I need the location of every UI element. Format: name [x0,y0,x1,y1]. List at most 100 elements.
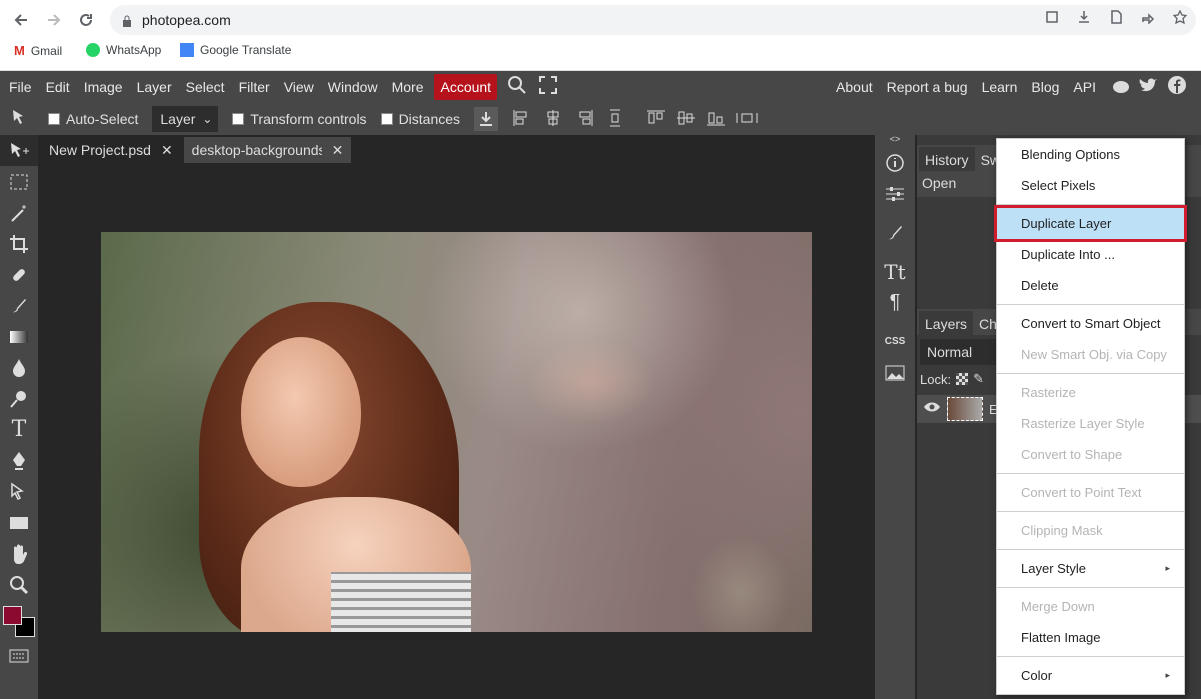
hand-tool[interactable] [0,538,38,569]
menu-edit[interactable]: Edit [39,74,77,100]
address-bar[interactable]: photopea.com [110,5,1196,35]
color-swatches[interactable] [0,600,38,640]
bookmark-google-translate[interactable]: Google Translate [180,43,291,57]
keyboard-icon[interactable] [0,640,38,671]
menu-about[interactable]: About [829,74,880,100]
distribute-v-icon[interactable] [736,109,758,130]
eye-icon[interactable] [923,400,941,418]
zoom-tool[interactable] [0,569,38,600]
gradient-tool[interactable] [0,321,38,352]
tab-history[interactable]: History [919,147,975,171]
context-item-blending-options[interactable]: Blending Options [997,139,1184,170]
path-select-tool[interactable] [0,476,38,507]
auto-select-checkbox[interactable]: Auto-Select [48,111,138,127]
menu-bar: File Edit Image Layer Select Filter View… [0,71,1201,103]
page-icon[interactable] [1107,8,1125,26]
canvas-image[interactable] [101,232,812,632]
transform-controls-checkbox[interactable]: Transform controls [232,111,367,127]
screenshot-icon[interactable] [1043,8,1061,26]
paragraph-icon[interactable]: ¶ [875,287,915,318]
marquee-tool[interactable] [0,166,38,197]
account-button[interactable]: Account [434,74,498,100]
pen-tool[interactable] [0,445,38,476]
menu-window[interactable]: Window [321,74,385,100]
css-icon[interactable]: CSS [875,326,915,357]
bookmark-gmail[interactable]: M Gmail [14,43,62,58]
distances-checkbox[interactable]: Distances [380,111,460,127]
context-item-delete[interactable]: Delete [997,270,1184,301]
menu-select[interactable]: Select [179,74,232,100]
menu-report-bug[interactable]: Report a bug [880,74,975,100]
context-item-duplicate-layer[interactable]: Duplicate Layer [994,205,1187,242]
healing-brush-tool[interactable] [0,259,38,290]
dodge-tool[interactable] [0,383,38,414]
collapse-icon[interactable]: <> [875,135,915,147]
brush-tool[interactable] [0,290,38,321]
move-tool[interactable] [0,135,38,166]
menu-api[interactable]: API [1066,74,1103,100]
align-left-icon[interactable] [512,109,530,130]
image-icon[interactable] [875,357,915,388]
menu-filter[interactable]: Filter [232,74,277,100]
context-item-layer-style[interactable]: Layer Style ▸ [997,553,1184,584]
menu-more[interactable]: More [385,74,431,100]
star-icon[interactable] [1171,8,1189,26]
install-icon[interactable] [1075,8,1093,26]
context-item-convert-to-smart-object[interactable]: Convert to Smart Object [997,308,1184,339]
reddit-icon[interactable] [1111,75,1131,100]
context-menu: Blending Options Select Pixels Duplicate L… [994,138,1187,695]
context-item-new-smart-obj-via-copy: New Smart Obj. via Copy [1021,347,1167,362]
align-center-h-icon[interactable] [544,109,562,130]
menu-layer[interactable]: Layer [130,74,179,100]
close-icon[interactable]: ✕ [161,137,173,163]
download-icon[interactable] [474,107,499,131]
menu-blog[interactable]: Blog [1024,74,1066,100]
facebook-icon[interactable] [1167,75,1187,100]
move-tool-icon[interactable] [10,108,32,131]
type-tool[interactable]: T [0,414,38,445]
forward-icon[interactable] [42,8,66,32]
close-icon[interactable]: ✕ [332,137,344,163]
tab-desktop-backgrounds[interactable]: desktop-backgrounds ✕ [183,137,352,163]
blur-tool[interactable] [0,352,38,383]
info-icon[interactable] [875,147,915,178]
context-item-select-pixels[interactable]: Select Pixels [997,170,1184,201]
align-top-icon[interactable] [646,109,666,130]
search-icon[interactable] [507,75,527,100]
character-icon[interactable]: Tt [875,256,915,287]
magic-wand-tool[interactable] [0,197,38,228]
context-item-color[interactable]: Color ▸ [997,660,1184,691]
tab-layers[interactable]: Layers [919,311,974,335]
menu-view[interactable]: View [277,74,321,100]
adjustments-icon[interactable] [875,178,915,209]
translate-icon [180,43,194,57]
back-icon[interactable] [9,8,33,32]
crop-tool[interactable] [0,228,38,259]
rectangle-tool[interactable] [0,507,38,538]
distribute-h-icon[interactable] [608,109,622,130]
bookmark-whatsapp[interactable]: WhatsApp [86,43,161,57]
twitter-icon[interactable] [1139,76,1159,99]
foreground-color[interactable] [3,606,22,625]
brush-settings-icon[interactable] [875,217,915,248]
menu-file[interactable]: File [2,74,39,100]
fullscreen-icon[interactable] [539,75,558,99]
tab-new-project[interactable]: New Project.psd ✕ [41,137,181,163]
menu-separator [997,549,1184,550]
lock-transparency-icon[interactable] [956,373,969,385]
context-item-rasterize: Rasterize [1021,385,1076,400]
layer-select[interactable]: Layer ⌄ [152,106,219,132]
align-right-icon[interactable] [576,109,594,130]
context-item-convert-to-shape: Convert to Shape [1021,447,1123,462]
context-item-clipping-mask: Clipping Mask [1021,523,1103,538]
align-bottom-icon[interactable] [706,109,726,130]
context-item-flatten-image[interactable]: Flatten Image [997,622,1184,653]
context-item-rasterize-layer-style: Rasterize Layer Style [1021,416,1145,431]
align-middle-icon[interactable] [676,109,696,130]
menu-learn[interactable]: Learn [975,74,1025,100]
reload-icon[interactable] [74,8,98,32]
context-item-duplicate-into[interactable]: Duplicate Into ... [997,239,1184,270]
share-icon[interactable] [1139,8,1157,26]
menu-image[interactable]: Image [77,74,130,100]
lock-paint-icon[interactable]: ✎ [973,371,984,387]
